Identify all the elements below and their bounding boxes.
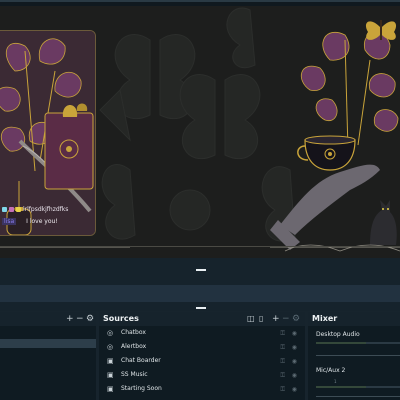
selected-scene-row[interactable] [0, 339, 96, 348]
stream-preview[interactable]: lrlfpsdkjfhzdfks lisa I love you! [0, 0, 400, 258]
add-source-button[interactable]: + [272, 313, 280, 325]
visibility-icon[interactable]: ◉ [292, 372, 297, 379]
source-item-chatbox[interactable]: ◎ Chatbox ⚿ ◉ [103, 327, 305, 340]
visibility-icon[interactable]: ◉ [292, 330, 297, 337]
chat-username-highlight: lisa [2, 218, 17, 225]
source-item-chat-boarder[interactable]: ▣ Chat Boarder ⚿ ◉ [103, 355, 305, 368]
sources-dock-header: Sources ◫ ▯ + − ⚙ [99, 312, 305, 326]
source-label: Alertbox [121, 343, 147, 350]
lock-icon[interactable]: ⚿ [280, 344, 285, 352]
source-settings-button[interactable]: ⚙ [292, 313, 300, 325]
scenes-dock-header: + − ⚙ [0, 312, 96, 326]
preview-frame-line [0, 246, 400, 247]
image-icon: ▣ [107, 357, 114, 365]
browser-icon: ◎ [107, 329, 114, 337]
chat-message-body: lisa I love you! [2, 218, 58, 225]
badge-icon [9, 207, 14, 212]
group-folder-icon[interactable]: ◫ [247, 313, 255, 325]
sources-dock: Sources ◫ ▯ + − ⚙ ◎ Chatbox ⚿ ◉ ◎ Alertb… [99, 312, 305, 400]
volume-slider[interactable] [316, 396, 400, 397]
preview-controls-area [0, 258, 400, 285]
browser-icon: ◎ [107, 343, 114, 351]
remove-scene-button[interactable]: − [76, 313, 84, 325]
meter-scale-label: 1 [334, 379, 337, 384]
scenes-dock: + − ⚙ [0, 312, 96, 400]
sources-dock-title: Sources [103, 314, 139, 323]
lock-icon[interactable]: ⚿ [280, 330, 285, 338]
visibility-icon[interactable]: ◉ [292, 386, 297, 393]
source-label: SS Music [121, 371, 148, 378]
visibility-icon[interactable]: ◉ [292, 358, 297, 365]
mixer-dock-title: Mixer [312, 314, 338, 323]
resize-handle[interactable] [196, 269, 206, 271]
botanical-art-right [270, 31, 399, 250]
lock-icon[interactable]: ⚿ [280, 372, 285, 380]
add-scene-button[interactable]: + [66, 313, 74, 325]
chat-message-line: lrlfpsdkjfhzdfks [2, 206, 68, 213]
chat-username: lrlfpsdkjfhzdfks [23, 206, 69, 213]
scene-transition-bar [0, 285, 400, 302]
chat-message-text: I love you! [26, 218, 58, 225]
scene-settings-button[interactable]: ⚙ [86, 313, 94, 325]
volume-slider[interactable] [316, 355, 400, 356]
remove-source-button[interactable]: − [282, 313, 290, 325]
image-icon: ▣ [107, 371, 114, 379]
mixer-channel-desktop-audio: Desktop Audio [316, 331, 360, 338]
ornamental-border [0, 244, 400, 252]
source-label: Chatbox [121, 329, 146, 336]
source-item-starting-soon[interactable]: ▣ Starting Soon ⚿ ◉ [103, 383, 305, 396]
chat-box: lrlfpsdkjfhzdfks lisa I love you! [0, 200, 108, 230]
meter-level [316, 342, 367, 344]
mixer-dock-header: Mixer [308, 312, 400, 326]
volume-meter [316, 342, 400, 344]
source-label: Chat Boarder [121, 357, 161, 364]
lock-icon[interactable]: ⚿ [280, 358, 285, 366]
lock-icon[interactable]: ⚿ [280, 386, 285, 394]
folder-icon[interactable]: ▯ [259, 313, 263, 325]
visibility-icon[interactable]: ◉ [292, 344, 297, 351]
audio-mixer-dock: Mixer Desktop Audio Mic/Aux 2 1 [308, 312, 400, 400]
source-label: Starting Soon [121, 385, 162, 392]
volume-meter [316, 386, 400, 388]
meter-level [316, 386, 367, 388]
source-item-ss-music[interactable]: ▣ SS Music ⚿ ◉ [103, 369, 305, 382]
source-item-alertbox[interactable]: ◎ Alertbox ⚿ ◉ [103, 341, 305, 354]
resize-handle[interactable] [196, 307, 206, 309]
mixer-channel-mic-aux: Mic/Aux 2 [316, 367, 346, 374]
badge-icon [16, 207, 21, 212]
image-icon: ▣ [107, 385, 114, 393]
badge-icon [2, 207, 7, 212]
gold-moth-decoration [365, 20, 397, 40]
